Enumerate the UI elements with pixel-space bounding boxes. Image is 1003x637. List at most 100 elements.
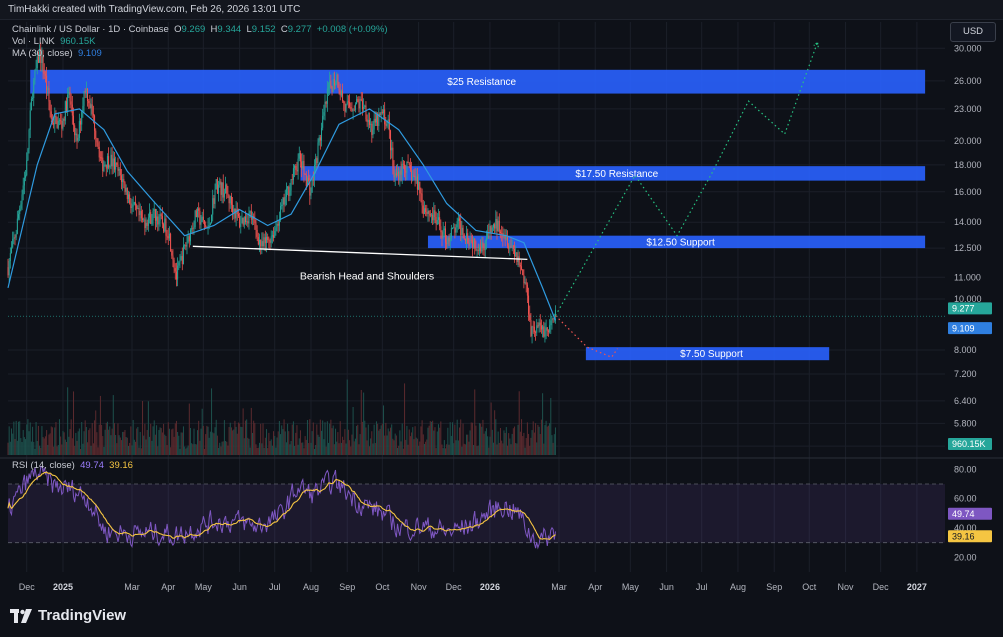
volume-bar (209, 431, 211, 455)
volume-bar (112, 395, 114, 455)
x-tick-label: May (195, 582, 213, 592)
volume-bar (323, 439, 325, 455)
volume-bar (478, 423, 480, 455)
volume-bar (531, 430, 533, 455)
volume-bar (70, 419, 72, 455)
candle-body (161, 216, 163, 225)
candle-body (464, 238, 466, 241)
volume-bar (110, 435, 112, 455)
volume-bar (378, 430, 380, 455)
candle-body (172, 255, 174, 261)
rsi-tag: 49.74 (952, 509, 975, 519)
candle-body (115, 162, 117, 170)
candle-body (379, 113, 381, 115)
candle-body (337, 74, 339, 88)
candle-body (398, 171, 400, 181)
volume-bar (439, 427, 441, 455)
volume-bar (29, 422, 31, 455)
candle-body (64, 101, 66, 121)
volume-bar (395, 435, 397, 455)
candle-body (349, 101, 351, 108)
rsi-ma-tag: 39.16 (952, 531, 975, 541)
candle-body (257, 236, 259, 245)
volume-bar (61, 444, 63, 455)
volume-bar (455, 440, 457, 455)
volume-bar (524, 447, 526, 455)
volume-bar (253, 420, 255, 455)
volume-bar (227, 445, 229, 455)
candle-body (16, 218, 18, 234)
volume-bar (83, 431, 85, 455)
volume-bar (503, 430, 505, 455)
candle-body (505, 237, 507, 240)
volume-bar (194, 444, 196, 455)
candle-body (495, 218, 497, 229)
candle-body (347, 101, 349, 103)
candle-body (333, 79, 335, 86)
volume-bar (239, 423, 241, 455)
candle-body (484, 241, 486, 251)
volume-bar (448, 444, 450, 455)
candle-body (512, 245, 514, 249)
candle-body (508, 245, 510, 249)
volume-bar (277, 431, 279, 455)
candle-body (246, 221, 248, 223)
volume-bar (351, 434, 353, 455)
volume-bar (337, 432, 339, 455)
candle-body (380, 111, 382, 115)
candle-body (124, 182, 126, 192)
volume-bar (497, 431, 499, 455)
candle-body (78, 121, 80, 138)
candle-body (47, 87, 49, 90)
volume-bar (196, 430, 199, 455)
candle-body (105, 164, 107, 169)
candle-body (213, 198, 215, 204)
volume-bar (122, 431, 124, 455)
candle-body (184, 244, 186, 246)
volume-bar (60, 436, 62, 455)
candle-body (296, 169, 298, 172)
volume-bar (159, 427, 161, 455)
volume-bar (163, 423, 165, 455)
tradingview-logo[interactable]: TradingView (10, 607, 126, 624)
candle-body (7, 267, 9, 276)
candle-body (335, 82, 337, 86)
volume-bar (302, 442, 304, 455)
volume-bar (188, 403, 190, 455)
candle-body (343, 100, 345, 104)
candle-body (433, 210, 435, 221)
candle-body (352, 109, 354, 111)
volume-bar (413, 439, 415, 455)
candle-body (550, 320, 552, 326)
volume-bar (126, 437, 128, 455)
volume-bar (317, 434, 319, 455)
volume-bar (226, 441, 228, 455)
change-value: +0.008 (+0.09%) (316, 24, 388, 35)
candle-body (103, 164, 105, 172)
volume-bar (444, 448, 447, 455)
candle-body (375, 115, 377, 123)
volume-bar (554, 427, 556, 455)
candle-body (19, 208, 21, 215)
currency-button[interactable]: USD (950, 22, 996, 42)
candle-body (448, 237, 450, 242)
candle-body (178, 262, 180, 266)
price-chart[interactable]: $25 Resistance $17.50 Resistance $12.50 Su… (0, 20, 1003, 600)
candle-body (43, 71, 45, 74)
volume-bar (467, 434, 469, 455)
candle-body (460, 220, 462, 236)
volume-bar (142, 400, 144, 455)
candle-body (356, 99, 358, 105)
volume-bar (48, 434, 50, 455)
candle-body (247, 221, 249, 224)
candle-body (439, 217, 441, 227)
candle-body (490, 225, 492, 233)
volume-bar (526, 422, 528, 455)
candle-body (346, 101, 348, 105)
volume-bar (361, 421, 363, 455)
volume-bar (306, 420, 308, 455)
candle-body (450, 228, 452, 238)
volume-bar (230, 427, 232, 455)
candle-body (423, 208, 425, 215)
candle-body (81, 111, 83, 125)
